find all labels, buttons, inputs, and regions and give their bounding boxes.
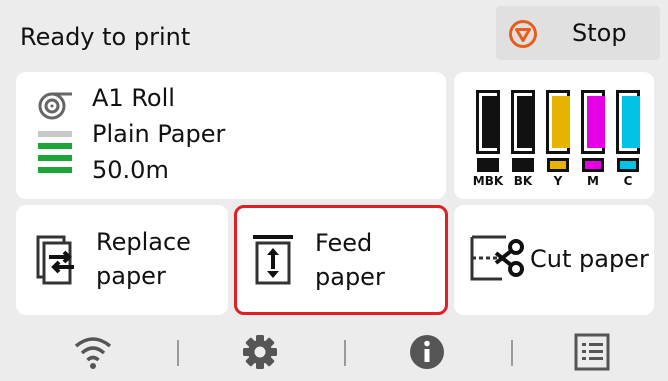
ink-level-fill bbox=[482, 95, 500, 148]
ink-tank-body bbox=[511, 90, 535, 154]
roll-paper-icon bbox=[38, 92, 72, 120]
bottom-nav-bar bbox=[0, 320, 668, 381]
ink-cartridge-chip bbox=[617, 158, 639, 172]
ink-level-fill bbox=[552, 95, 570, 148]
replace-paper-button[interactable]: Replace paper bbox=[16, 205, 228, 315]
ink-tank-body bbox=[476, 90, 500, 154]
paper-roll-label: A1 Roll bbox=[92, 84, 175, 112]
replace-label-line1: Replace bbox=[96, 228, 191, 256]
ink-cartridge-chip bbox=[547, 158, 569, 172]
stop-button-label: Stop bbox=[572, 19, 627, 47]
feed-paper-icon bbox=[253, 235, 293, 285]
feed-label-line2: paper bbox=[315, 263, 385, 291]
ink-cartridge-chip bbox=[477, 158, 499, 172]
ink-tank-body bbox=[616, 90, 640, 154]
stop-button[interactable]: Stop bbox=[496, 6, 660, 60]
cut-paper-icon bbox=[470, 235, 524, 281]
ink-cartridge-chip bbox=[512, 158, 534, 172]
ink-levels-panel[interactable]: MBK BK Y M C bbox=[454, 72, 654, 199]
feed-paper-button[interactable]: Feed paper bbox=[234, 205, 448, 315]
cut-label: Cut paper bbox=[530, 245, 649, 273]
status-text: Ready to print bbox=[20, 23, 191, 51]
feed-label-line1: Feed bbox=[315, 229, 373, 257]
paper-info-panel[interactable]: A1 Roll Plain Paper 50.0m bbox=[16, 72, 446, 199]
settings-gear-icon[interactable] bbox=[241, 333, 279, 371]
ink-level-fill bbox=[587, 95, 605, 148]
ink-name-label: MBK bbox=[472, 174, 504, 188]
info-icon[interactable] bbox=[409, 334, 445, 370]
stop-icon bbox=[509, 20, 537, 48]
nav-divider bbox=[344, 340, 346, 366]
replace-label-line2: paper bbox=[96, 262, 166, 290]
ink-cartridge-chip bbox=[582, 158, 604, 172]
ink-level-fill bbox=[622, 95, 640, 148]
wifi-icon[interactable] bbox=[73, 334, 113, 370]
paper-remaining-label: 50.0m bbox=[92, 156, 169, 184]
nav-divider bbox=[511, 340, 513, 366]
paper-level-icon bbox=[38, 131, 72, 173]
ink-name-label: C bbox=[623, 174, 633, 188]
ink-name-label: M bbox=[587, 174, 599, 188]
ink-tank-body bbox=[546, 90, 570, 154]
paper-type-label: Plain Paper bbox=[92, 120, 226, 148]
replace-paper-icon bbox=[36, 235, 74, 285]
ink-tank-body bbox=[581, 90, 605, 154]
ink-name-label: Y bbox=[553, 174, 563, 188]
cut-paper-button[interactable]: Cut paper bbox=[454, 205, 654, 315]
ink-name-label: BK bbox=[513, 174, 533, 188]
nav-divider bbox=[177, 340, 179, 366]
job-list-icon[interactable] bbox=[574, 333, 610, 371]
ink-level-fill bbox=[517, 95, 535, 148]
